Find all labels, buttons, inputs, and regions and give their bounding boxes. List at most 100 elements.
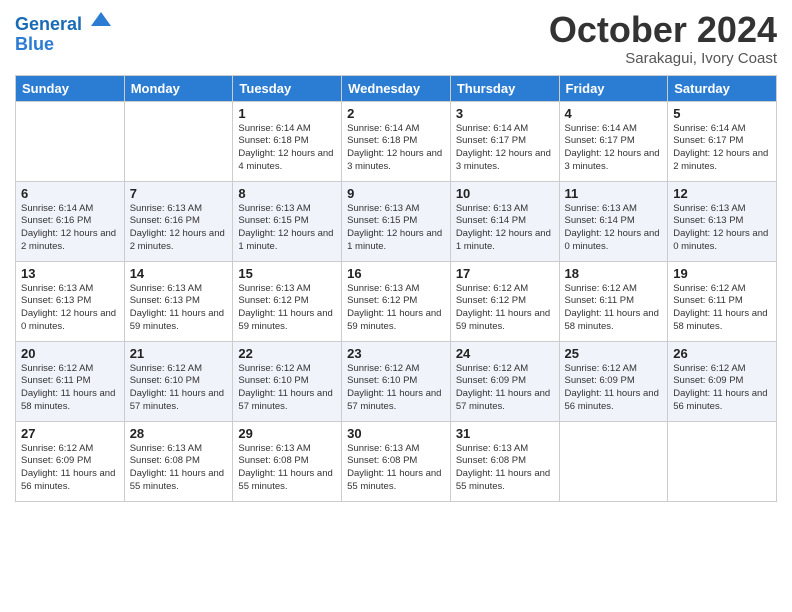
- day-number: 24: [456, 346, 554, 361]
- day-info: Sunrise: 6:12 AMSunset: 6:11 PMDaylight:…: [565, 283, 663, 334]
- calendar-header-row: Sunday Monday Tuesday Wednesday Thursday…: [16, 75, 777, 101]
- calendar-cell-w2-d4: 17Sunrise: 6:12 AMSunset: 6:12 PMDayligh…: [450, 261, 559, 341]
- day-info: Sunrise: 6:12 AMSunset: 6:09 PMDaylight:…: [673, 363, 771, 414]
- calendar-cell-w1-d6: 12 Sunrise: 6:13 AMSunset: 6:13 PMDayligh…: [668, 181, 777, 261]
- day-info: Sunrise: 6:12 AMSunset: 6:11 PMDaylight:…: [21, 363, 119, 414]
- day-info: Sunrise: 6:14 AMSunset: 6:16 PMDaylight:…: [21, 203, 119, 254]
- calendar-cell-w4-d4: 31 Sunrise: 6:13 AMSunset: 6:08 PMDayligh…: [450, 421, 559, 501]
- logo-general: General: [15, 14, 82, 34]
- logo-text: General Blue: [15, 15, 113, 55]
- day-number: 7: [130, 186, 228, 201]
- calendar-cell-w0-d1: [124, 101, 233, 181]
- title-area: October 2024 Sarakagui, Ivory Coast: [549, 10, 777, 67]
- day-number: 8: [238, 186, 336, 201]
- calendar-cell-w0-d0: [16, 101, 125, 181]
- calendar-cell-w3-d0: 20 Sunrise: 6:12 AMSunset: 6:11 PMDayligh…: [16, 341, 125, 421]
- day-number: 19: [673, 266, 771, 281]
- day-number: 22: [238, 346, 336, 361]
- calendar-cell-w0-d2: 1 Sunrise: 6:14 AMSunset: 6:18 PMDaylight…: [233, 101, 342, 181]
- day-number: 11: [565, 186, 663, 201]
- day-info: Sunrise: 6:13 AMSunset: 6:13 PMDaylight:…: [21, 283, 119, 334]
- day-info: Sunrise: 6:14 AMSunset: 6:17 PMDaylight:…: [456, 123, 554, 174]
- day-info: Sunrise: 6:13 AMSunset: 6:08 PMDaylight:…: [456, 443, 554, 494]
- calendar-cell-w1-d1: 7Sunrise: 6:13 AMSunset: 6:16 PMDaylight…: [124, 181, 233, 261]
- logo-blue: Blue: [15, 34, 54, 54]
- day-number: 4: [565, 106, 663, 121]
- calendar-week-2: 13 Sunrise: 6:13 AMSunset: 6:13 PMDayligh…: [16, 261, 777, 341]
- day-info: Sunrise: 6:13 AMSunset: 6:08 PMDaylight:…: [130, 443, 228, 494]
- calendar-cell-w3-d6: 26Sunrise: 6:12 AMSunset: 6:09 PMDayligh…: [668, 341, 777, 421]
- calendar-cell-w2-d1: 14Sunrise: 6:13 AMSunset: 6:13 PMDayligh…: [124, 261, 233, 341]
- day-info: Sunrise: 6:13 AMSunset: 6:08 PMDaylight:…: [238, 443, 336, 494]
- day-number: 12: [673, 186, 771, 201]
- day-info: Sunrise: 6:14 AMSunset: 6:17 PMDaylight:…: [673, 123, 771, 174]
- day-number: 13: [21, 266, 119, 281]
- calendar-table: Sunday Monday Tuesday Wednesday Thursday…: [15, 75, 777, 502]
- calendar-cell-w2-d0: 13 Sunrise: 6:13 AMSunset: 6:13 PMDayligh…: [16, 261, 125, 341]
- calendar-cell-w0-d4: 3Sunrise: 6:14 AMSunset: 6:17 PMDaylight…: [450, 101, 559, 181]
- calendar-week-4: 27Sunrise: 6:12 AMSunset: 6:09 PMDayligh…: [16, 421, 777, 501]
- day-number: 28: [130, 426, 228, 441]
- day-number: 21: [130, 346, 228, 361]
- day-number: 2: [347, 106, 445, 121]
- day-number: 25: [565, 346, 663, 361]
- calendar-cell-w1-d2: 8 Sunrise: 6:13 AMSunset: 6:15 PMDaylight…: [233, 181, 342, 261]
- day-info: Sunrise: 6:12 AMSunset: 6:09 PMDaylight:…: [21, 443, 119, 494]
- calendar-cell-w1-d4: 10Sunrise: 6:13 AMSunset: 6:14 PMDayligh…: [450, 181, 559, 261]
- day-number: 23: [347, 346, 445, 361]
- calendar-cell-w4-d3: 30Sunrise: 6:13 AMSunset: 6:08 PMDayligh…: [342, 421, 451, 501]
- calendar-cell-w3-d5: 25Sunrise: 6:12 AMSunset: 6:09 PMDayligh…: [559, 341, 668, 421]
- calendar-cell-w1-d0: 6 Sunrise: 6:14 AMSunset: 6:16 PMDaylight…: [16, 181, 125, 261]
- day-number: 10: [456, 186, 554, 201]
- day-number: 9: [347, 186, 445, 201]
- calendar-week-0: 1 Sunrise: 6:14 AMSunset: 6:18 PMDaylight…: [16, 101, 777, 181]
- day-info: Sunrise: 6:13 AMSunset: 6:08 PMDaylight:…: [347, 443, 445, 494]
- day-info: Sunrise: 6:14 AMSunset: 6:18 PMDaylight:…: [347, 123, 445, 174]
- calendar-cell-w1-d5: 11 Sunrise: 6:13 AMSunset: 6:14 PMDayligh…: [559, 181, 668, 261]
- day-info: Sunrise: 6:13 AMSunset: 6:13 PMDaylight:…: [673, 203, 771, 254]
- col-wednesday: Wednesday: [342, 75, 451, 101]
- page: General Blue October 2024 Sarakagui, Ivo…: [0, 0, 792, 612]
- calendar-cell-w4-d0: 27Sunrise: 6:12 AMSunset: 6:09 PMDayligh…: [16, 421, 125, 501]
- calendar-cell-w1-d3: 9 Sunrise: 6:13 AMSunset: 6:15 PMDaylight…: [342, 181, 451, 261]
- calendar-cell-w0-d6: 5 Sunrise: 6:14 AMSunset: 6:17 PMDaylight…: [668, 101, 777, 181]
- col-friday: Friday: [559, 75, 668, 101]
- day-number: 1: [238, 106, 336, 121]
- logo-icon: [89, 8, 113, 32]
- logo: General Blue: [15, 15, 113, 55]
- calendar-body: 1 Sunrise: 6:14 AMSunset: 6:18 PMDaylight…: [16, 101, 777, 501]
- day-number: 20: [21, 346, 119, 361]
- col-tuesday: Tuesday: [233, 75, 342, 101]
- col-monday: Monday: [124, 75, 233, 101]
- calendar-cell-w3-d4: 24Sunrise: 6:12 AMSunset: 6:09 PMDayligh…: [450, 341, 559, 421]
- calendar-cell-w2-d6: 19Sunrise: 6:12 AMSunset: 6:11 PMDayligh…: [668, 261, 777, 341]
- calendar-cell-w3-d1: 21 Sunrise: 6:12 AMSunset: 6:10 PMDayligh…: [124, 341, 233, 421]
- calendar-cell-w3-d2: 22 Sunrise: 6:12 AMSunset: 6:10 PMDayligh…: [233, 341, 342, 421]
- day-info: Sunrise: 6:12 AMSunset: 6:10 PMDaylight:…: [347, 363, 445, 414]
- day-info: Sunrise: 6:13 AMSunset: 6:13 PMDaylight:…: [130, 283, 228, 334]
- day-info: Sunrise: 6:13 AMSunset: 6:15 PMDaylight:…: [347, 203, 445, 254]
- header: General Blue October 2024 Sarakagui, Ivo…: [15, 10, 777, 67]
- day-info: Sunrise: 6:13 AMSunset: 6:14 PMDaylight:…: [565, 203, 663, 254]
- day-info: Sunrise: 6:14 AMSunset: 6:18 PMDaylight:…: [238, 123, 336, 174]
- day-number: 5: [673, 106, 771, 121]
- day-number: 18: [565, 266, 663, 281]
- calendar-cell-w4-d6: [668, 421, 777, 501]
- day-number: 6: [21, 186, 119, 201]
- calendar-cell-w2-d3: 16Sunrise: 6:13 AMSunset: 6:12 PMDayligh…: [342, 261, 451, 341]
- day-number: 31: [456, 426, 554, 441]
- logo-area: General Blue: [15, 10, 113, 55]
- day-info: Sunrise: 6:12 AMSunset: 6:10 PMDaylight:…: [238, 363, 336, 414]
- calendar-cell-w4-d5: [559, 421, 668, 501]
- day-info: Sunrise: 6:13 AMSunset: 6:15 PMDaylight:…: [238, 203, 336, 254]
- day-info: Sunrise: 6:14 AMSunset: 6:17 PMDaylight:…: [565, 123, 663, 174]
- col-thursday: Thursday: [450, 75, 559, 101]
- day-number: 15: [238, 266, 336, 281]
- col-saturday: Saturday: [668, 75, 777, 101]
- calendar-cell-w4-d2: 29Sunrise: 6:13 AMSunset: 6:08 PMDayligh…: [233, 421, 342, 501]
- calendar-cell-w0-d3: 2 Sunrise: 6:14 AMSunset: 6:18 PMDaylight…: [342, 101, 451, 181]
- col-sunday: Sunday: [16, 75, 125, 101]
- day-number: 16: [347, 266, 445, 281]
- day-info: Sunrise: 6:12 AMSunset: 6:10 PMDaylight:…: [130, 363, 228, 414]
- calendar-week-3: 20 Sunrise: 6:12 AMSunset: 6:11 PMDayligh…: [16, 341, 777, 421]
